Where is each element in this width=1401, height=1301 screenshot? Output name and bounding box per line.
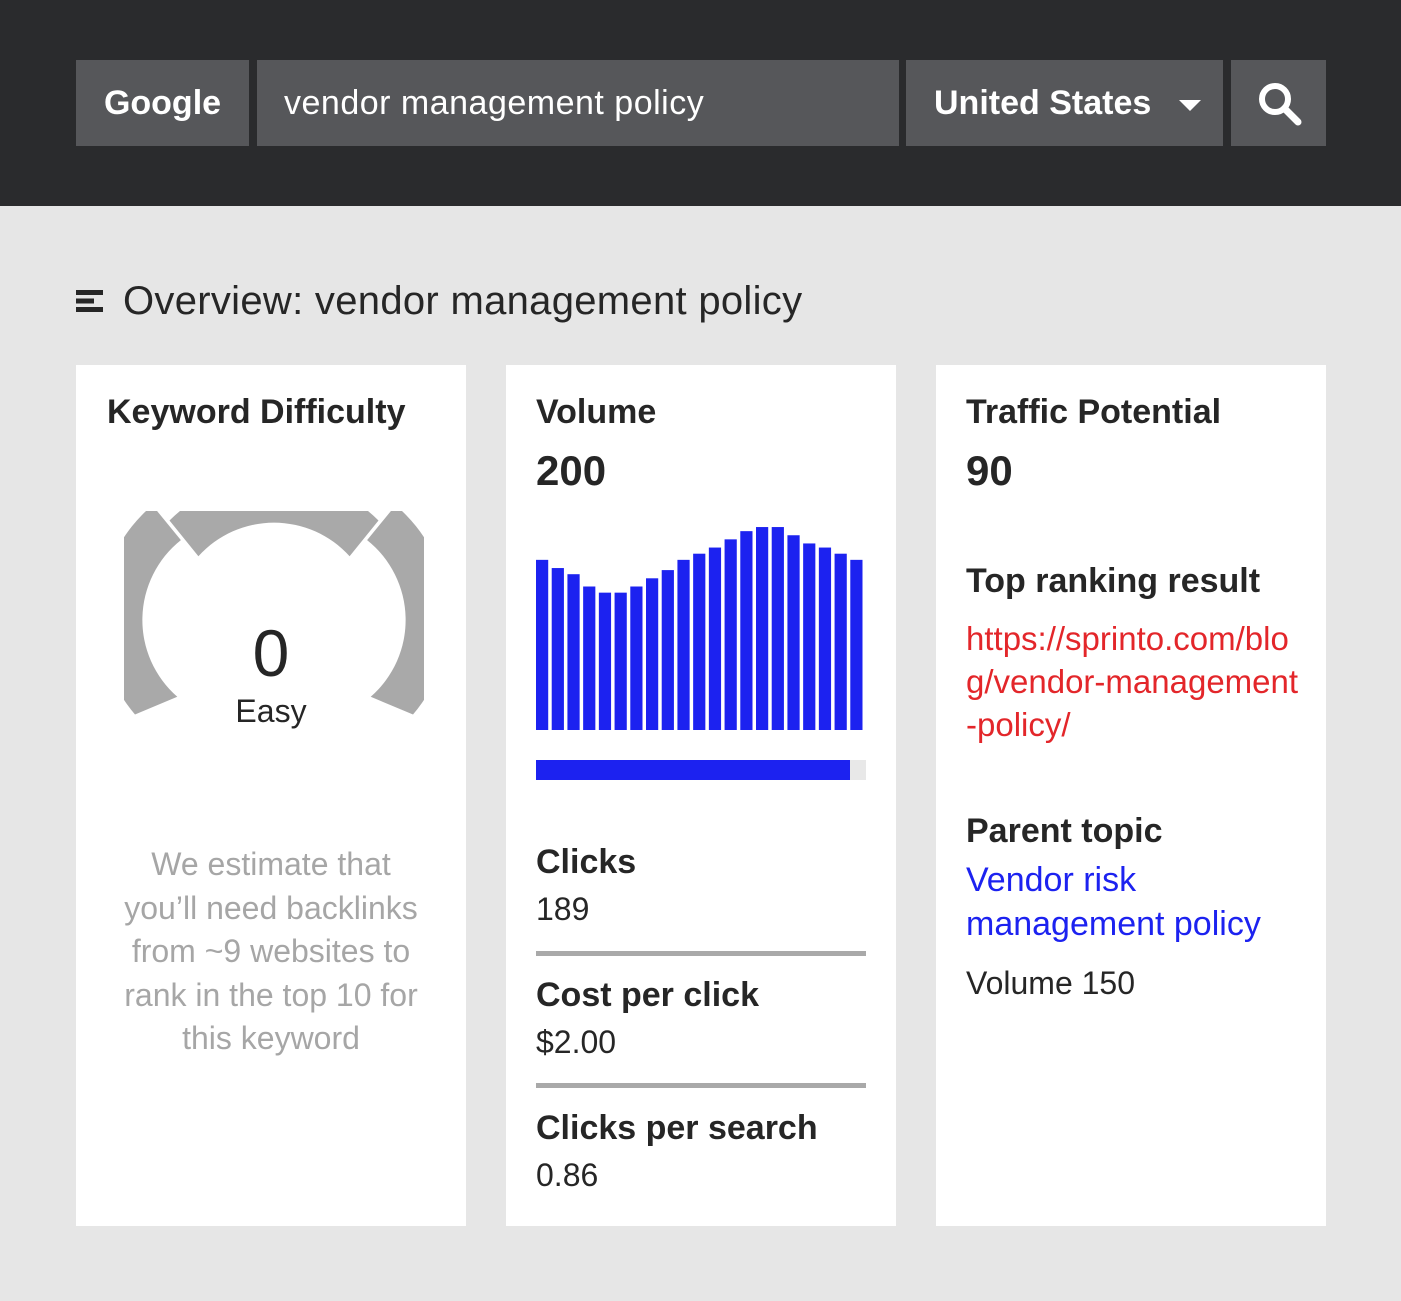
volume-value: 200 xyxy=(536,447,607,494)
parent-topic-label: Parent topic xyxy=(966,812,1163,850)
volume-trend-bar xyxy=(567,574,580,730)
volume-trend-bar xyxy=(756,527,769,730)
chevron-down-icon xyxy=(1179,100,1201,111)
page-title: Overview: vendor management policy xyxy=(123,278,803,323)
keyword-difficulty-card: Keyword Difficulty 0 Easy We estimate th… xyxy=(76,365,466,1226)
traffic-potential-label: Traffic Potential xyxy=(966,393,1222,431)
volume-trend-bar xyxy=(740,531,753,730)
gauge-segment-middle xyxy=(169,511,379,557)
volume-trend-bar xyxy=(708,547,722,730)
search-engine-selector[interactable]: Google xyxy=(76,60,249,146)
volume-label: Volume xyxy=(536,393,657,431)
volume-trend-bar xyxy=(614,592,627,730)
volume-share-bar-fill xyxy=(536,760,850,780)
country-dropdown[interactable]: United States xyxy=(906,60,1223,146)
volume-share-bar xyxy=(536,760,866,780)
overview-header: Overview: vendor management policy xyxy=(76,276,802,326)
parent-topic-link[interactable]: Vendor risk management policy xyxy=(966,858,1306,946)
difficulty-score: 0 xyxy=(252,616,290,690)
cps-value: 0.86 xyxy=(536,1157,599,1193)
volume-trend-bar xyxy=(646,578,659,730)
clicks-value: 189 xyxy=(536,891,590,927)
traffic-potential-card: Traffic Potential 90 Top ranking result … xyxy=(936,365,1326,1226)
volume-trend-bar xyxy=(834,553,847,730)
top-ranking-result-link[interactable]: https://sprinto.com/blog/vendor-manageme… xyxy=(966,617,1306,746)
difficulty-level: Easy xyxy=(235,693,307,729)
search-engine-label: Google xyxy=(103,83,222,122)
cpc-label: Cost per click xyxy=(536,976,759,1014)
volume-trend-bar xyxy=(583,586,596,730)
search-bar: Google vendor management policy United S… xyxy=(0,0,1401,206)
search-icon xyxy=(1258,83,1301,126)
volume-trend-bar xyxy=(677,559,690,730)
volume-trend-bar xyxy=(850,559,863,730)
divider xyxy=(536,951,866,956)
menu-lines-icon xyxy=(76,290,103,312)
volume-trend-bar xyxy=(661,570,674,730)
volume-trend-bar xyxy=(630,586,643,730)
cpc-value: $2.00 xyxy=(536,1024,617,1060)
volume-trend-bar xyxy=(551,568,564,730)
volume-trend-bar xyxy=(771,527,784,730)
top-ranking-result-label: Top ranking result xyxy=(966,562,1261,600)
keyword-difficulty-label: Keyword Difficulty xyxy=(107,393,406,431)
keyword-input[interactable]: vendor management policy xyxy=(257,60,899,146)
volume-card: Volume 200 Clicks 189 Cost per click $2.… xyxy=(506,365,896,1226)
volume-trend-chart xyxy=(536,527,863,730)
volume-trend-bar xyxy=(724,539,737,730)
volume-trend-bar xyxy=(787,535,800,730)
traffic-potential-value: 90 xyxy=(966,447,1013,494)
search-button[interactable] xyxy=(1231,60,1326,146)
volume-trend-bar xyxy=(693,553,706,730)
divider xyxy=(536,1083,866,1088)
cps-label: Clicks per search xyxy=(536,1109,818,1147)
parent-topic-volume: Volume 150 xyxy=(966,965,1136,1001)
country-label: United States xyxy=(934,83,1152,122)
clicks-label: Clicks xyxy=(536,843,637,881)
volume-trend-bar xyxy=(818,547,832,730)
keyword-input-value: vendor management policy xyxy=(284,83,705,122)
volume-trend-bar xyxy=(536,559,549,730)
backlinks-estimate-note: We estimate that you’ll need backlinks f… xyxy=(124,846,418,1056)
volume-trend-bar xyxy=(803,543,816,730)
volume-trend-bar xyxy=(598,592,612,730)
